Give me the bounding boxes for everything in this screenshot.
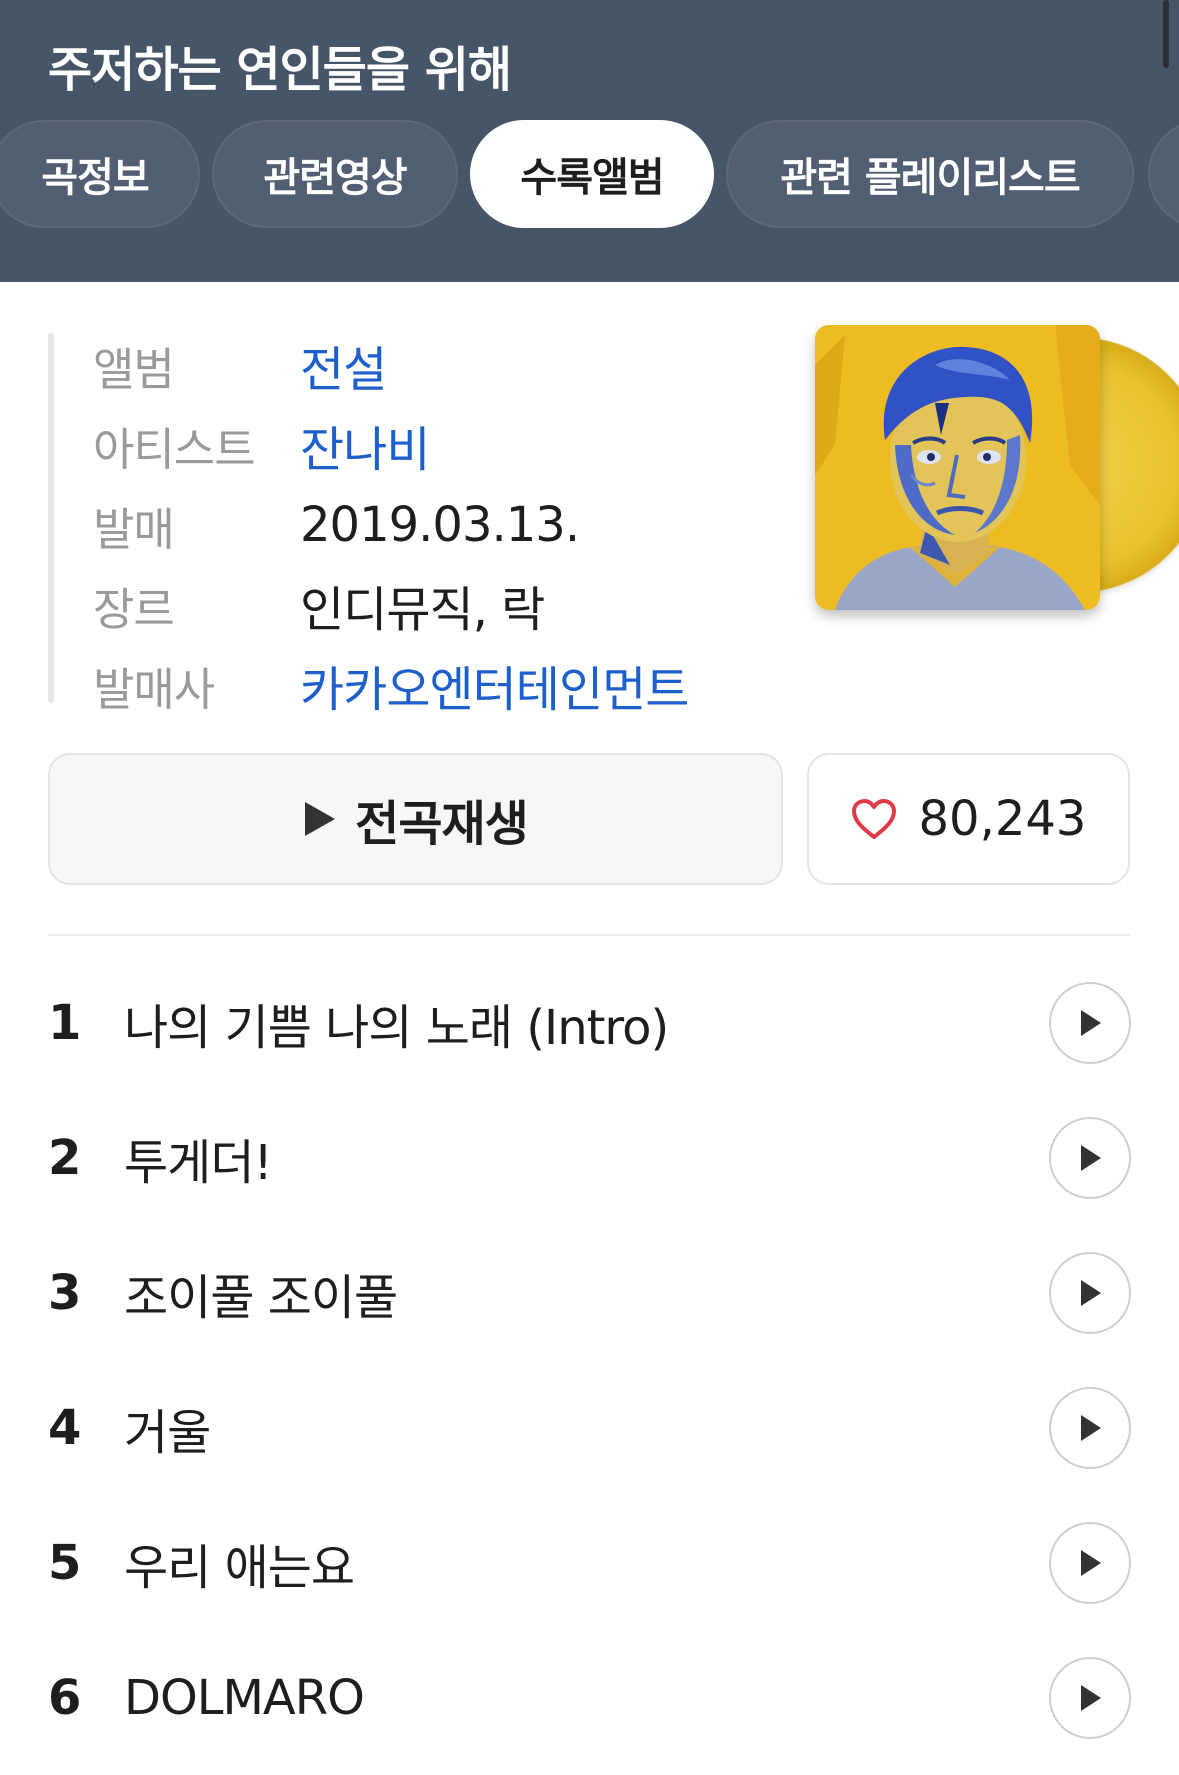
album-cover-image[interactable] [815,325,1100,610]
info-row-release: 발매 2019.03.13. [93,490,580,560]
info-label-release: 발매 [93,502,175,556]
album-art[interactable] [815,325,1179,610]
track-play-button[interactable] [1049,1522,1131,1604]
track-play-button[interactable] [1049,1657,1131,1739]
artist-link[interactable]: 잔나비 [300,410,430,480]
track-play-button[interactable] [1049,1387,1131,1469]
album-info: 앨범 전설 아티스트 잔나비 발매 2019.03.13. 장르 인디뮤직, 락… [48,330,748,718]
play-icon [305,802,336,836]
info-label-album: 앨범 [93,342,175,396]
track-row[interactable]: 6 DOLMARO [48,1630,1138,1765]
track-title[interactable]: DOLMARO [124,1670,365,1726]
tab-related-playlists[interactable]: 관련 플레이리스트 [726,120,1134,228]
tab-bar: 곡정보 관련영상 수록앨범 관련 플레이리스트 [0,120,1179,228]
track-number: 2 [48,1129,82,1186]
track-row[interactable]: 2 투게더! [48,1090,1138,1225]
scroll-indicator [1163,0,1169,68]
play-icon [1081,1280,1101,1306]
play-all-label: 전곡재생 [355,796,529,852]
track-number: 5 [48,1534,82,1591]
track-play-button[interactable] [1049,1117,1131,1199]
track-title[interactable]: 거울 [124,1393,211,1463]
track-title[interactable]: 나의 기쁨 나의 노래 (Intro) [124,988,669,1058]
track-play-button[interactable] [1049,982,1131,1064]
track-number: 1 [48,994,82,1051]
tab-related-videos[interactable]: 관련영상 [212,120,458,228]
info-row-publisher: 발매사 카카오엔터테인먼트 [93,650,689,720]
info-row-artist: 아티스트 잔나비 [93,410,430,480]
track-row[interactable]: 4 거울 [48,1360,1138,1495]
tab-more[interactable] [1148,120,1179,228]
track-row[interactable]: 3 조이풀 조이풀 [48,1225,1138,1360]
like-count: 80,243 [918,791,1087,847]
album-cover-painting [815,325,1100,610]
info-label-genre: 장르 [93,582,175,636]
tab-album-tracks[interactable]: 수록앨범 [470,120,714,228]
track-number: 4 [48,1399,82,1456]
track-number: 3 [48,1264,82,1321]
top-header: 주저하는 연인들을 위해 곡정보 관련영상 수록앨범 관련 플레이리스트 [0,0,1179,282]
play-icon [1081,1145,1101,1171]
track-title[interactable]: 투게더! [124,1123,273,1193]
play-icon [1081,1685,1101,1711]
song-title: 주저하는 연인들을 위해 [48,42,512,98]
track-row[interactable]: 1 나의 기쁨 나의 노래 (Intro) [48,955,1138,1090]
track-title[interactable]: 조이풀 조이풀 [124,1258,398,1328]
track-title[interactable]: 우리 애는요 [124,1528,355,1598]
publisher-link[interactable]: 카카오엔터테인먼트 [300,650,689,720]
info-label-artist: 아티스트 [93,422,256,476]
track-row[interactable]: 5 우리 애는요 [48,1495,1138,1630]
info-accent-bar [48,333,54,703]
play-icon [1081,1550,1101,1576]
heart-icon [851,799,896,839]
album-name-link[interactable]: 전설 [300,330,387,400]
tab-song-info[interactable]: 곡정보 [0,120,200,228]
track-play-button[interactable] [1049,1252,1131,1334]
info-row-album: 앨범 전설 [93,330,387,400]
release-date: 2019.03.13. [300,497,580,553]
section-divider [48,934,1130,936]
info-label-publisher: 발매사 [93,662,215,716]
info-row-genre: 장르 인디뮤직, 락 [93,570,545,640]
like-button[interactable]: 80,243 [807,753,1130,885]
track-number: 6 [48,1669,82,1726]
play-icon [1081,1010,1101,1036]
genre: 인디뮤직, 락 [300,582,545,638]
play-all-button[interactable]: 전곡재생 [48,753,783,885]
play-icon [1081,1415,1101,1441]
